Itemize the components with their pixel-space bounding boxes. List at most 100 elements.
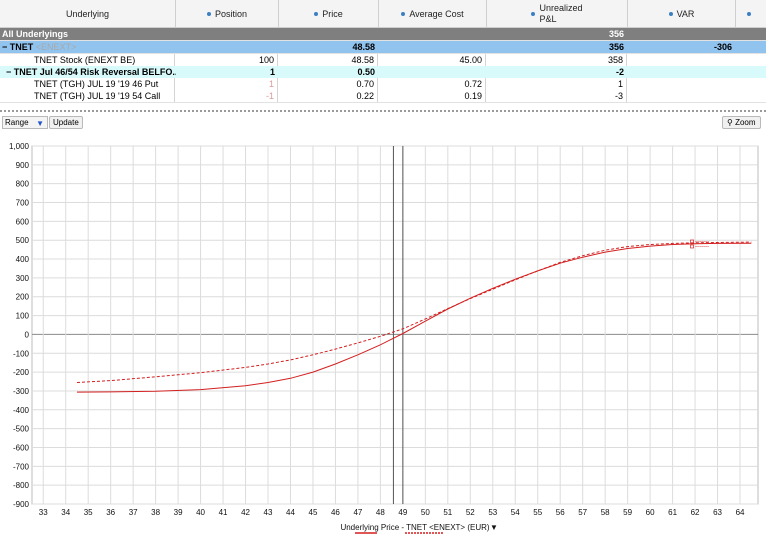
sort-dot-icon — [401, 11, 406, 16]
table-row[interactable]: − TNET <ENEXT> 48.58 356 -306 — [0, 41, 766, 54]
risk-profile-chart[interactable]: -900 -800 -700 -600 -500 -400 -300 -200 -100 0 100… — [0, 130, 766, 534]
sort-dot-icon — [531, 11, 536, 16]
y-tick-label: 600 — [16, 217, 30, 226]
row-price: 48.58 — [279, 54, 378, 66]
x-tick-label: 53 — [488, 508, 497, 517]
legend-swatch — [690, 244, 694, 249]
col-price-label: Price — [322, 8, 343, 19]
col-price[interactable]: Price — [279, 0, 379, 27]
x-tick-label: 48 — [376, 508, 385, 517]
y-tick-label: -200 — [13, 368, 30, 377]
x-tick-label: 51 — [443, 508, 452, 517]
update-button[interactable]: Update — [49, 116, 83, 129]
zoom-button-label: Zoom — [735, 118, 756, 127]
sort-dot-icon — [668, 11, 673, 16]
table-row[interactable]: TNET (TGH) JUL 19 '19 54 Call -1 0.22 0.… — [0, 90, 766, 103]
row-pnl: -2 — [615, 67, 624, 77]
x-tick-label: 47 — [353, 508, 362, 517]
x-tick-label: 56 — [556, 508, 565, 517]
col-unrealized-pnl[interactable]: Unrealized P&L — [487, 0, 628, 27]
x-axis-label: Underlying Price - TNET <ENEXT> (EUR) — [340, 523, 489, 532]
x-tick-label: 57 — [578, 508, 587, 517]
y-tick-label: -300 — [13, 387, 30, 396]
col-position[interactable]: Position — [176, 0, 279, 27]
row-label: TNET (TGH) JUL 19 '19 54 Call — [0, 90, 175, 102]
col-unrealized-label: Unrealized — [539, 2, 583, 13]
y-tick-label: -400 — [13, 406, 30, 415]
range-dropdown[interactable]: Range ▼ — [2, 116, 48, 129]
row-average-cost: 45.00 — [379, 54, 486, 66]
x-tick-label: 37 — [129, 508, 138, 517]
row-pnl: -3 — [487, 90, 627, 102]
x-tick-label: 36 — [106, 508, 115, 517]
range-dropdown-label: Range — [5, 118, 29, 127]
row-label: TNET — [9, 42, 34, 52]
magnifier-icon: ⚲ — [727, 118, 733, 127]
plot-frame — [31, 145, 759, 505]
col-extra[interactable] — [736, 0, 766, 27]
y-tick-label: -500 — [13, 425, 30, 434]
col-pnl-label: P&L — [539, 13, 557, 24]
x-tick-label: 46 — [331, 508, 340, 517]
y-tick-label: 1,000 — [9, 142, 30, 151]
x-tick-label: 52 — [466, 508, 475, 517]
row-label: TNET Stock (ENEXT BE) — [0, 54, 175, 66]
row-price: 48.58 — [352, 42, 375, 52]
y-tick-label: 100 — [16, 312, 30, 321]
splitter-handle[interactable] — [0, 110, 766, 114]
col-average-cost-label: Average Cost — [409, 8, 464, 19]
y-axis-ticks: -900 -800 -700 -600 -500 -400 -300 -200 -100 0 100… — [9, 142, 30, 509]
col-underlying[interactable]: Underlying — [0, 0, 176, 27]
x-tick-label: 59 — [623, 508, 632, 517]
row-var: -306 — [713, 42, 732, 52]
collapse-icon[interactable]: − — [6, 67, 11, 77]
row-price: 0.50 — [357, 67, 375, 77]
row-pnl: 1 — [487, 78, 627, 90]
price-markers — [392, 146, 404, 504]
row-position: 100 — [176, 54, 278, 66]
x-tick-label: 54 — [511, 508, 520, 517]
row-average-cost: 0.19 — [379, 90, 486, 102]
sort-dot-icon — [747, 11, 751, 16]
x-tick-label: 41 — [219, 508, 228, 517]
sort-dot-icon — [206, 11, 211, 16]
row-position: 1 — [269, 67, 275, 77]
row-pnl: 356 — [608, 42, 624, 52]
x-tick-label: 45 — [309, 508, 318, 517]
y-tick-label: -800 — [13, 481, 30, 490]
row-pnl: 358 — [487, 54, 627, 66]
y-tick-label: -100 — [13, 349, 30, 358]
row-label: TNET Jul 46/54 Risk Reversal BELFO... — [13, 67, 176, 77]
table-row[interactable]: All Underlyings 356 — [0, 28, 766, 41]
col-position-label: Position — [214, 8, 248, 19]
x-tick-label: 64 — [736, 508, 745, 517]
y-tick-label: -600 — [13, 443, 30, 452]
positions-grid: Underlying Position Price Average Cost U… — [0, 0, 766, 103]
x-tick-label: 40 — [196, 508, 205, 517]
y-tick-label: 500 — [16, 236, 30, 245]
sort-dot-icon — [314, 11, 319, 16]
x-tick-label: 63 — [713, 508, 722, 517]
x-tick-label: 62 — [691, 508, 700, 517]
x-tick-label: 34 — [61, 508, 70, 517]
dropdown-arrow-icon[interactable]: ▼ — [490, 523, 498, 532]
y-tick-label: 200 — [16, 293, 30, 302]
x-tick-label: 35 — [84, 508, 93, 517]
y-tick-label: -700 — [13, 462, 30, 471]
collapse-icon[interactable]: − — [2, 42, 7, 52]
table-header: Underlying Position Price Average Cost U… — [0, 0, 766, 28]
y-tick-label: 700 — [16, 199, 30, 208]
row-label-exchange: <ENEXT> — [35, 42, 77, 52]
x-axis-ticks: 33 34 35 36 37 38 39 40 41 42 43 44 45 46 47 48 49 50 51 52… — [39, 508, 745, 517]
x-axis-label-group[interactable]: Underlying Price - TNET <ENEXT> (EUR) ▼ — [340, 523, 498, 534]
x-tick-label: 38 — [151, 508, 160, 517]
row-position: -1 — [176, 90, 278, 102]
y-tick-label: 900 — [16, 161, 30, 170]
col-var[interactable]: VAR — [628, 0, 736, 27]
col-average-cost[interactable]: Average Cost — [379, 0, 487, 27]
y-tick-label: 800 — [16, 180, 30, 189]
zoom-button[interactable]: ⚲ Zoom — [722, 116, 761, 129]
x-tick-label: 50 — [421, 508, 430, 517]
y-tick-label: 400 — [16, 255, 30, 264]
x-tick-label: 43 — [264, 508, 273, 517]
